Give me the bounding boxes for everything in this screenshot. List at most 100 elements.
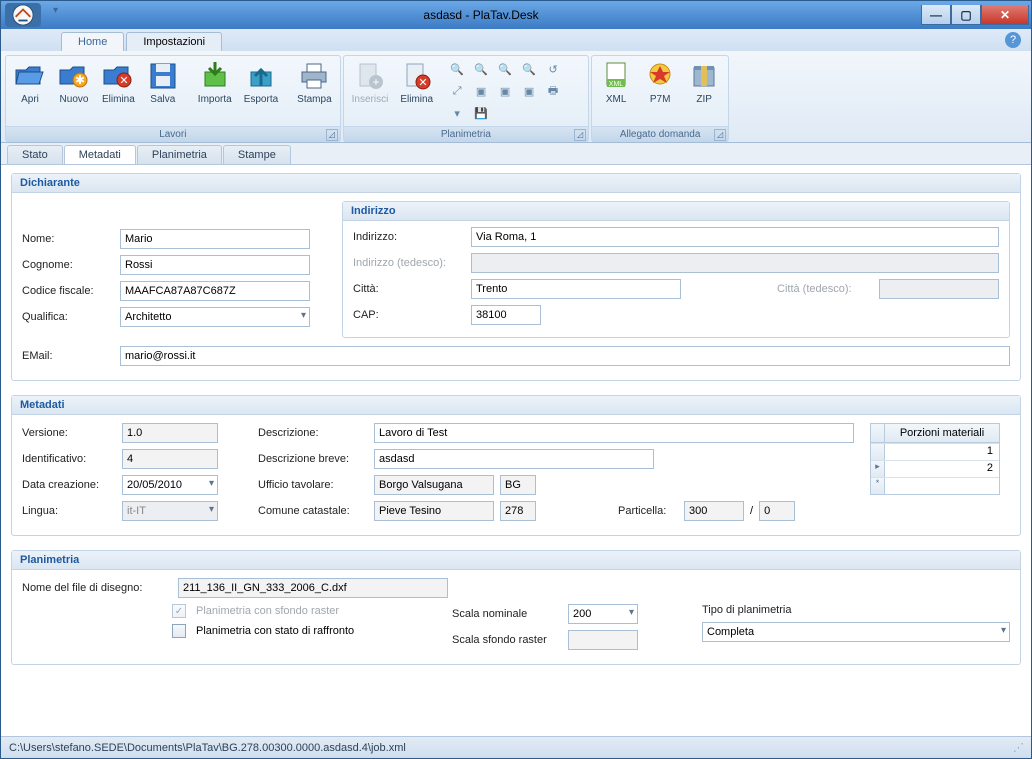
raffronto-checkbox[interactable] (172, 624, 186, 638)
xml-button[interactable]: XMLXML (594, 58, 638, 124)
window-title: asdasd - PlaTav.Desk (41, 8, 921, 22)
descr-input[interactable] (374, 423, 854, 443)
zoom-in-icon[interactable]: 🔍 (472, 60, 490, 78)
planimetria-elimina-button[interactable]: ✕Elimina (394, 58, 439, 124)
table-row[interactable]: 1 (871, 443, 999, 460)
allegato-launcher-icon[interactable]: ◿ (714, 129, 726, 141)
data-input[interactable] (122, 475, 218, 495)
close-button[interactable]: ✕ (981, 5, 1029, 25)
citta-label: Città: (353, 283, 465, 295)
statusbar: C:\Users\stefano.SEDE\Documents\PlaTav\B… (1, 736, 1031, 758)
group-dichiarante-title: Dichiarante (12, 174, 1020, 193)
part-d-input (759, 501, 795, 521)
statusbar-path: C:\Users\stefano.SEDE\Documents\PlaTav\B… (9, 742, 406, 754)
cognome-input[interactable] (120, 255, 310, 275)
scala-nom-input[interactable] (568, 604, 638, 624)
descr-breve-label: Descrizione breve: (258, 453, 368, 465)
cap-input[interactable] (471, 305, 541, 325)
tool-c-icon[interactable]: ▣ (520, 82, 538, 100)
elimina-button[interactable]: ✕Elimina (96, 58, 141, 124)
lingua-label: Lingua: (22, 505, 116, 517)
p7m-button[interactable]: P7M (638, 58, 682, 124)
content-tabs: Stato Metadati Planimetria Stampe (1, 143, 1031, 165)
ribbon-tabs: Home Impostazioni ? (1, 29, 1031, 51)
zoom-fit-icon[interactable]: 🔍 (496, 60, 514, 78)
tab-stato[interactable]: Stato (7, 145, 63, 164)
ribbon-group-lavori: Apri ✱Nuovo ✕Elimina Salva Importa Espor… (5, 55, 341, 142)
group-metadati-title: Metadati (12, 396, 1020, 415)
lavori-launcher-icon[interactable]: ◿ (326, 129, 338, 141)
print-icon (298, 60, 330, 92)
porzioni-header: Porzioni materiali (885, 424, 999, 443)
save-mini-icon[interactable]: 💾 (472, 104, 490, 122)
esporta-button[interactable]: Esporta (238, 58, 284, 124)
resize-grip-icon[interactable]: ⋰ (1013, 741, 1023, 754)
cc-label: Comune catastale: (258, 505, 368, 517)
tab-planimetria[interactable]: Planimetria (137, 145, 222, 164)
tab-stampe[interactable]: Stampe (223, 145, 291, 164)
zoom-region-icon[interactable]: 🔍 (520, 60, 538, 78)
scala-nom-label: Scala nominale (452, 608, 562, 620)
scala-raster-input (568, 630, 638, 650)
ribbon: Apri ✱Nuovo ✕Elimina Salva Importa Espor… (1, 51, 1031, 143)
app-icon[interactable] (5, 3, 41, 27)
email-input[interactable] (120, 346, 1010, 366)
part-n-input (684, 501, 744, 521)
app-window: ▾ asdasd - PlaTav.Desk — ▢ ✕ Home Impost… (0, 0, 1032, 759)
indirizzo-de-label: Indirizzo (tedesco): (353, 257, 465, 269)
svg-text:+: + (372, 75, 379, 89)
folder-delete-icon: ✕ (102, 60, 134, 92)
titlebar: ▾ asdasd - PlaTav.Desk — ▢ ✕ (1, 1, 1031, 29)
ribbon-tab-home[interactable]: Home (61, 32, 124, 51)
identificativo-label: Identificativo: (22, 453, 116, 465)
svg-text:✕: ✕ (120, 75, 129, 87)
zip-button[interactable]: ZIP (682, 58, 726, 124)
xml-icon: XML (600, 60, 632, 92)
lingua-input (122, 501, 218, 521)
svg-text:✱: ✱ (75, 73, 85, 87)
tool-a-icon[interactable]: ▣ (472, 82, 490, 100)
tipo-select[interactable] (702, 622, 1010, 642)
svg-text:✕: ✕ (418, 77, 427, 89)
tool-b-icon[interactable]: ▣ (496, 82, 514, 100)
nome-input[interactable] (120, 229, 310, 249)
identificativo-input (122, 449, 218, 469)
citta-input[interactable] (471, 279, 681, 299)
svg-text:XML: XML (609, 81, 624, 88)
cognome-label: Cognome: (22, 259, 114, 271)
porzioni-table[interactable]: Porzioni materiali 1 ▸2 * (870, 423, 1000, 495)
versione-label: Versione: (22, 427, 116, 439)
tab-metadati[interactable]: Metadati (64, 145, 136, 164)
group-indirizzo: Indirizzo Indirizzo: Indirizzo (tedesco)… (342, 201, 1010, 338)
maximize-button[interactable]: ▢ (951, 5, 981, 25)
zoom-reset-icon[interactable]: ↺ (544, 60, 562, 78)
help-icon[interactable]: ? (1005, 32, 1021, 48)
cc-name-input (374, 501, 494, 521)
print-dd-icon[interactable]: ▾ (448, 104, 466, 122)
nuovo-button[interactable]: ✱Nuovo (52, 58, 96, 124)
cf-label: Codice fiscale: (22, 285, 114, 297)
descr-breve-input[interactable] (374, 449, 654, 469)
salva-button[interactable]: Salva (141, 58, 185, 124)
zoom-page-icon[interactable]: ⤢ (448, 82, 466, 100)
group-planimetria-title: Planimetria (12, 551, 1020, 570)
print-mini-icon[interactable]: 🖶 (544, 82, 562, 100)
qualifica-select[interactable] (120, 307, 310, 327)
ribbon-group-lavori-label: Lavori (159, 129, 186, 140)
indirizzo-input[interactable] (471, 227, 999, 247)
table-row-new[interactable]: * (871, 477, 999, 494)
nome-label: Nome: (22, 233, 114, 245)
export-icon (245, 60, 277, 92)
planimetria-launcher-icon[interactable]: ◿ (574, 129, 586, 141)
table-row[interactable]: ▸2 (871, 460, 999, 477)
importa-button[interactable]: Importa (192, 58, 238, 124)
cf-input[interactable] (120, 281, 310, 301)
qat-dropdown-icon[interactable]: ▾ (53, 5, 58, 16)
apri-button[interactable]: Apri (8, 58, 52, 124)
minimize-button[interactable]: — (921, 5, 951, 25)
import-icon (199, 60, 231, 92)
qualifica-label: Qualifica: (22, 311, 114, 323)
zoom-out-icon[interactable]: 🔍 (448, 60, 466, 78)
stampa-button[interactable]: Stampa (291, 58, 337, 124)
ribbon-tab-impostazioni[interactable]: Impostazioni (126, 32, 222, 51)
